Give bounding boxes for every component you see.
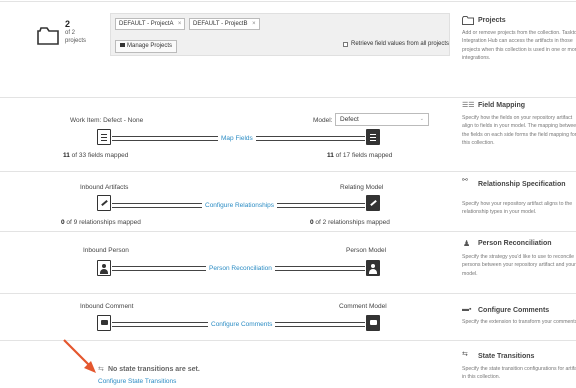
folder-icon — [462, 16, 474, 25]
annotation-arrow — [63, 339, 96, 373]
artifact-relationships-mapped: 0 of 9 relationships mapped — [61, 219, 141, 226]
comments-help-text: Specify the extension to transform your … — [462, 319, 576, 325]
project-count-total: of 2 — [65, 30, 76, 36]
person-help-text: Specify the strategy you'd like to use t… — [462, 254, 576, 277]
project-count: 2 — [65, 19, 71, 29]
model-document-icon — [366, 129, 380, 145]
field-mapping-help-text: Specify how the fields on your repositor… — [462, 115, 576, 147]
no-state-transitions-message: No state transitions are set. — [108, 366, 200, 373]
project-chip-label: DEFAULT - ProjectA — [119, 21, 174, 27]
project-chip-a[interactable]: DEFAULT - ProjectA × — [115, 18, 186, 30]
section-divider — [0, 293, 576, 294]
inbound-comment-label: Inbound Comment — [80, 303, 134, 310]
model-select[interactable]: Defect ⌄ — [335, 113, 429, 126]
person-icon: ♟ — [463, 239, 471, 248]
person-model-label: Person Model — [346, 247, 387, 254]
field-mapping-icon: ☰☰ — [462, 102, 475, 109]
inbound-artifacts-label: Inbound Artifacts — [80, 184, 129, 191]
projects-help-title: Projects — [478, 17, 506, 24]
comment-model-label: Comment Model — [339, 303, 387, 310]
relationship-model-icon — [366, 195, 380, 211]
manage-projects-label: Manage Projects — [127, 43, 173, 49]
comments-icon: ▬▪ — [462, 306, 472, 313]
comment-model-icon — [366, 315, 380, 331]
projects-help-text: Add or remove projects from the collecti… — [462, 30, 576, 62]
relationship-help-text: Specify how your repository artifact ali… — [462, 201, 573, 216]
configure-comments-button[interactable]: Configure Comments — [208, 321, 276, 328]
state-transitions-help-title: State Transitions — [478, 353, 535, 360]
model-label: Model: — [313, 117, 333, 124]
relating-model-label: Relating Model — [340, 184, 384, 191]
person-help-title: Person Reconciliation — [478, 240, 552, 247]
configure-relationships-button[interactable]: Configure Relationships — [202, 202, 278, 209]
relationship-help-title: Relationship Specification — [478, 181, 566, 188]
briefcase-icon — [120, 43, 125, 48]
project-chip-b[interactable]: DEFAULT - ProjectB × — [189, 18, 260, 30]
section-divider — [0, 231, 576, 232]
work-item-label: Work Item: Defect - None — [70, 117, 144, 124]
artifact-fields-mapped: 11 of 33 fields mapped — [63, 152, 129, 159]
configure-state-transitions-link[interactable]: Configure State Transitions — [98, 378, 176, 385]
comment-icon — [97, 315, 111, 331]
model-select-value: Defect — [340, 116, 359, 123]
relationship-document-icon — [97, 195, 111, 211]
map-fields-button[interactable]: Map Fields — [218, 135, 256, 142]
model-relationships-mapped: 0 of 2 relationships mapped — [310, 219, 390, 226]
person-model-icon — [366, 260, 380, 276]
person-reconciliation-button[interactable]: Person Reconciliation — [206, 265, 275, 272]
project-count-noun: projects — [65, 38, 87, 44]
inbound-person-label: Inbound Person — [83, 247, 129, 254]
project-chip-label: DEFAULT - ProjectB — [193, 21, 248, 27]
retrieve-all-label: Retrieve field values from all projects — [351, 41, 450, 47]
top-divider — [0, 1, 576, 2]
person-icon — [97, 260, 111, 276]
close-icon[interactable]: × — [178, 21, 182, 27]
folder-icon — [37, 27, 59, 45]
state-transitions-help-text: Specify the state transition configurati… — [462, 366, 576, 381]
chevron-down-icon: ⌄ — [419, 116, 424, 122]
state-transitions-icon: ⇆ — [462, 351, 468, 358]
close-icon[interactable]: × — [252, 21, 256, 27]
state-transitions-small-icon: ⇆ — [98, 366, 104, 373]
section-divider — [0, 97, 576, 98]
model-fields-mapped: 11 of 17 fields mapped — [327, 152, 393, 159]
artifact-document-icon — [97, 129, 111, 145]
relationship-icon: ⚯ — [462, 177, 468, 184]
manage-projects-button[interactable]: Manage Projects — [115, 40, 178, 53]
retrieve-all-checkbox[interactable] — [343, 42, 348, 47]
section-divider — [0, 171, 576, 172]
field-mapping-help-title: Field Mapping — [478, 102, 526, 109]
comments-help-title: Configure Comments — [478, 307, 550, 314]
